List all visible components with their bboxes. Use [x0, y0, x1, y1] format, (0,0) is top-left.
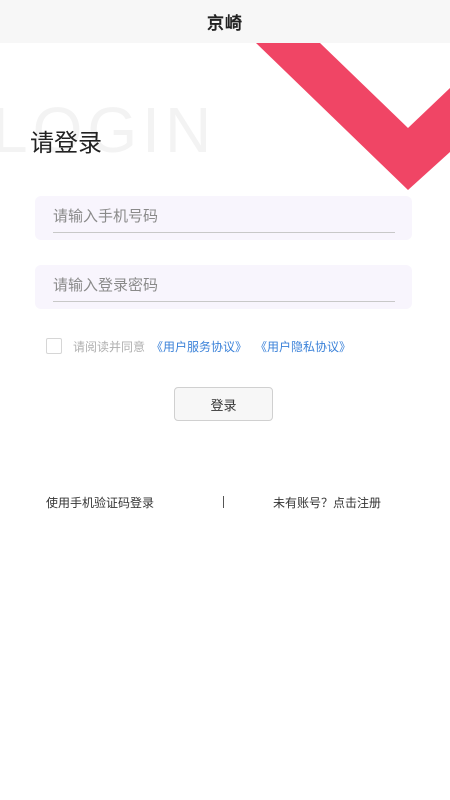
login-page: 京崎 LOGIN 请登录 请阅读并同意 《用户服务协议》 《用户隐私协议》 登录…: [0, 0, 450, 800]
bottom-links: 使用手机验证码登录 未有账号？点击注册: [0, 494, 450, 512]
check-shape-polygon: [256, 43, 450, 190]
page-title: 请登录: [30, 129, 102, 157]
phone-input[interactable]: [53, 200, 395, 233]
password-input[interactable]: [53, 269, 395, 302]
privacy-agreement-link[interactable]: 《用户隐私协议》: [255, 338, 351, 355]
register-link[interactable]: 未有账号？点击注册: [273, 494, 381, 511]
app-title: 京崎: [207, 14, 243, 34]
login-button[interactable]: 登录: [174, 387, 273, 421]
agreement-checkbox[interactable]: [46, 338, 62, 354]
password-field-container: [35, 265, 412, 309]
link-divider: [223, 496, 224, 508]
title-bar: 京崎: [0, 0, 450, 43]
sms-login-link[interactable]: 使用手机验证码登录: [46, 494, 154, 511]
agreement-prefix-text: 请阅读并同意: [73, 339, 146, 354]
phone-field-container: [35, 196, 412, 240]
agreement-row: 请阅读并同意 《用户服务协议》 《用户隐私协议》: [46, 337, 359, 355]
service-agreement-link[interactable]: 《用户服务协议》: [151, 338, 247, 355]
